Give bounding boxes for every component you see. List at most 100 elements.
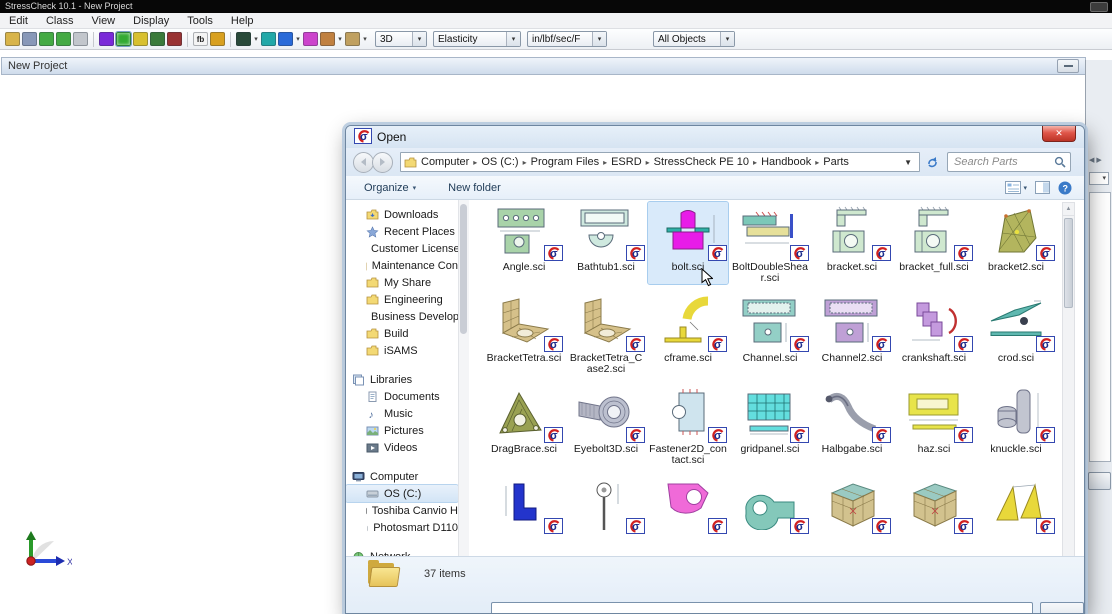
point-icon[interactable] bbox=[303, 32, 318, 46]
panel-dropdown[interactable]: ▾ bbox=[1089, 172, 1109, 185]
window-control-button[interactable] bbox=[1090, 2, 1108, 12]
sidebar-item-customer-license[interactable]: Customer License bbox=[346, 240, 458, 257]
breadcrumb-program-files[interactable]: Program Files bbox=[527, 156, 603, 168]
file-item-partial[interactable]: σ bbox=[730, 475, 810, 557]
breadcrumb-stresscheck-pe-10[interactable]: StressCheck PE 10 bbox=[650, 156, 753, 168]
refresh-button[interactable] bbox=[923, 153, 941, 171]
file-item-haz-sci[interactable]: σhaz.sci bbox=[894, 384, 974, 466]
scrollbar-thumb[interactable] bbox=[460, 204, 467, 334]
file-item-halbgabe-sci[interactable]: σHalbgabe.sci bbox=[812, 384, 892, 466]
file-item-channel2-sci[interactable]: σChannel2.sci bbox=[812, 293, 892, 375]
menu-tools[interactable]: Tools bbox=[178, 15, 222, 27]
address-dropdown-icon[interactable]: ▼ bbox=[900, 158, 916, 167]
sidebar-item-recent-places[interactable]: Recent Places bbox=[346, 223, 458, 240]
sidebar-group-computer[interactable]: Computer bbox=[346, 468, 458, 485]
file-list-scrollbar[interactable]: ▲ bbox=[1062, 202, 1075, 557]
file-item-knuckle-sci[interactable]: σknuckle.sci bbox=[976, 384, 1056, 466]
breadcrumb[interactable]: Computer▸OS (C:)▸Program Files▸ESRD▸Stre… bbox=[400, 152, 920, 172]
sidebar-item-build[interactable]: Build bbox=[346, 325, 458, 342]
file-item-crankshaft-sci[interactable]: σcrankshaft.sci bbox=[894, 293, 974, 375]
rotate-icon-dropdown[interactable]: ▾ bbox=[336, 35, 344, 43]
sidebar-item-photosmart-d110[interactable]: Photosmart D110 bbox=[346, 519, 458, 536]
forward-button[interactable] bbox=[372, 152, 393, 173]
geometry-icon[interactable] bbox=[99, 32, 114, 46]
sidebar-item-documents[interactable]: Documents bbox=[346, 388, 458, 405]
display-mode-icon[interactable] bbox=[236, 32, 251, 46]
sidebar-item-maintenance-con[interactable]: Maintenance Con bbox=[346, 257, 458, 274]
open-icon[interactable] bbox=[5, 32, 20, 46]
menu-edit[interactable]: Edit bbox=[0, 15, 37, 27]
menu-view[interactable]: View bbox=[82, 15, 124, 27]
file-item-partial[interactable]: σ bbox=[894, 475, 974, 557]
mesh-icon[interactable] bbox=[116, 32, 131, 46]
dimension-select[interactable]: 3D▾ bbox=[375, 31, 427, 47]
panel-nav-arrows[interactable]: ◀ ▶ bbox=[1089, 156, 1102, 164]
file-item-bolt-sci[interactable]: σbolt.sci bbox=[648, 202, 728, 284]
chevron-down-icon[interactable]: ▾ bbox=[592, 32, 606, 46]
file-item-crod-sci[interactable]: σcrod.sci bbox=[976, 293, 1056, 375]
sidebar-item-isams[interactable]: iSAMS bbox=[346, 342, 458, 359]
navigation-pane-scrollbar[interactable] bbox=[458, 200, 469, 560]
axes-icon-dropdown[interactable]: ▾ bbox=[294, 35, 302, 43]
sidebar-item-videos[interactable]: Videos bbox=[346, 439, 458, 456]
close-button[interactable]: ✕ bbox=[1042, 126, 1076, 142]
new-folder-button[interactable]: New folder bbox=[442, 180, 507, 196]
sidebar-group-libraries[interactable]: Libraries bbox=[346, 371, 458, 388]
formula-icon[interactable]: fb bbox=[193, 32, 208, 46]
file-item-fastener2d-contact-sci[interactable]: σFastener2D_contact.sci bbox=[648, 384, 728, 466]
breadcrumb-parts[interactable]: Parts bbox=[819, 156, 853, 168]
panel-list[interactable] bbox=[1089, 192, 1111, 462]
print-icon[interactable] bbox=[73, 32, 88, 46]
chevron-down-icon[interactable]: ▾ bbox=[412, 32, 426, 46]
import-model-icon[interactable] bbox=[39, 32, 54, 46]
file-item-channel-sci[interactable]: σChannel.sci bbox=[730, 293, 810, 375]
analysis-type-select[interactable]: Elasticity▾ bbox=[433, 31, 521, 47]
menu-display[interactable]: Display bbox=[124, 15, 178, 27]
organize-button[interactable]: Organize ▾ bbox=[358, 180, 422, 196]
file-item-partial[interactable]: σ bbox=[484, 475, 564, 557]
file-item-cframe-sci[interactable]: σcframe.sci bbox=[648, 293, 728, 375]
file-item-partial[interactable]: σ bbox=[648, 475, 728, 557]
file-item-eyebolt3d-sci[interactable]: σEyebolt3D.sci bbox=[566, 384, 646, 466]
axes-icon[interactable] bbox=[278, 32, 293, 46]
file-item-bracket-sci[interactable]: σbracket.sci bbox=[812, 202, 892, 284]
file-item-dragbrace-sci[interactable]: σDragBrace.sci bbox=[484, 384, 564, 466]
sidebar-item-pictures[interactable]: Pictures bbox=[346, 422, 458, 439]
panel-button[interactable] bbox=[1088, 472, 1111, 490]
zoom-tool-icon-dropdown[interactable]: ▾ bbox=[361, 35, 369, 43]
rotate-icon[interactable] bbox=[320, 32, 335, 46]
file-item-bracket2-sci[interactable]: σbracket2.sci bbox=[976, 202, 1056, 284]
file-item-angle-sci[interactable]: σAngle.sci bbox=[484, 202, 564, 284]
breadcrumb-computer[interactable]: Computer bbox=[417, 156, 473, 168]
export-model-icon[interactable] bbox=[56, 32, 71, 46]
material-icon[interactable] bbox=[133, 32, 148, 46]
scroll-up-icon[interactable]: ▲ bbox=[1063, 203, 1074, 216]
key-icon[interactable] bbox=[210, 32, 225, 46]
constraint-icon[interactable] bbox=[167, 32, 182, 46]
help-icon[interactable]: ? bbox=[1058, 181, 1072, 195]
preview-pane-icon[interactable] bbox=[1035, 181, 1050, 194]
sidebar-item-engineering[interactable]: Engineering bbox=[346, 291, 458, 308]
sidebar-item-music[interactable]: ♪Music bbox=[346, 405, 458, 422]
scrollbar-thumb[interactable] bbox=[1064, 218, 1073, 308]
breadcrumb-os-c-[interactable]: OS (C:) bbox=[477, 156, 522, 168]
chevron-down-icon[interactable]: ▾ bbox=[506, 32, 520, 46]
sidebar-item-business-develop[interactable]: Business Develop bbox=[346, 308, 458, 325]
sidebar-item-downloads[interactable]: Downloads bbox=[346, 206, 458, 223]
back-button[interactable] bbox=[353, 152, 374, 173]
file-item-bracket-full-sci[interactable]: σbracket_full.sci bbox=[894, 202, 974, 284]
file-item-boltdoubleshear-sci[interactable]: σBoltDoubleShear.sci bbox=[730, 202, 810, 284]
file-item-gridpanel-sci[interactable]: σgridpanel.sci bbox=[730, 384, 810, 466]
file-item-partial[interactable]: σ bbox=[976, 475, 1056, 557]
file-type-select[interactable] bbox=[1040, 602, 1084, 613]
file-item-partial[interactable]: σ bbox=[812, 475, 892, 557]
file-item-partial[interactable]: σ bbox=[566, 475, 646, 557]
breadcrumb-esrd[interactable]: ESRD bbox=[607, 156, 646, 168]
breadcrumb-handbook[interactable]: Handbook bbox=[757, 156, 815, 168]
file-item-brackettetra-case2-sci[interactable]: σBracketTetra_Case2.sci bbox=[566, 293, 646, 375]
save-icon[interactable] bbox=[22, 32, 37, 46]
objects-select[interactable]: All Objects▾ bbox=[653, 31, 735, 47]
units-select[interactable]: in/lbf/sec/F▾ bbox=[527, 31, 607, 47]
views-button[interactable]: ▾ bbox=[1005, 181, 1027, 194]
zoom-tool-icon[interactable] bbox=[345, 32, 360, 46]
